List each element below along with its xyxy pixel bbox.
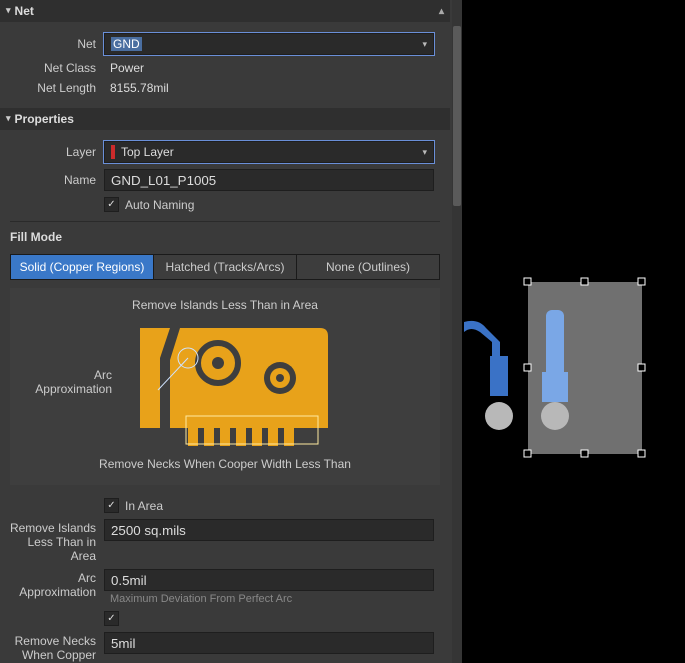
properties-panel: ▾ Net ▴ Net GND ▾ Net Class Power — [0, 0, 462, 663]
label-layer: Layer — [0, 145, 104, 159]
fill-mode-title: Fill Mode — [0, 224, 450, 250]
label-arc-1: Arc — [0, 571, 96, 585]
value-net-length: 8155.78mil — [104, 81, 434, 95]
section-header-net[interactable]: ▾ Net ▴ — [0, 0, 450, 22]
label-name: Name — [0, 173, 104, 187]
section-title-properties: Properties — [15, 112, 74, 126]
label-remove-islands-1: Remove Islands — [0, 521, 96, 535]
arc-approx-input[interactable] — [104, 569, 434, 591]
illus-caption-side1: Arc — [22, 368, 112, 382]
label-arc-2: Approximation — [0, 585, 96, 599]
label-remove-necks-1: Remove Necks — [0, 634, 96, 648]
illus-caption-top: Remove Islands Less Than in Area — [20, 298, 430, 312]
fill-mode-solid[interactable]: Solid (Copper Regions) — [11, 255, 154, 279]
label-net-class: Net Class — [0, 61, 104, 75]
section-title-net: Net — [15, 4, 34, 18]
collapse-triangle-icon: ▾ — [6, 5, 11, 16]
layer-dropdown[interactable]: Top Layer ▾ — [104, 141, 434, 163]
in-area-checkbox[interactable]: ✓ — [104, 498, 119, 513]
fill-mode-hatched[interactable]: Hatched (Tracks/Arcs) — [154, 255, 297, 279]
layer-dropdown-value: Top Layer — [121, 145, 174, 159]
remove-necks-input[interactable] — [104, 632, 434, 654]
fill-mode-illustration: Remove Islands Less Than in Area Arc App… — [10, 288, 440, 485]
pcb-canvas[interactable] — [462, 0, 685, 663]
auto-naming-label: Auto Naming — [125, 198, 194, 212]
caret-down-icon: ▾ — [422, 39, 427, 50]
copper-region-illustration-icon — [110, 318, 340, 448]
section-header-properties[interactable]: ▾ Properties — [0, 108, 450, 130]
collapse-triangle-icon: ▾ — [6, 113, 11, 124]
caret-down-icon: ▾ — [422, 147, 427, 158]
net-dropdown-value: GND — [111, 37, 142, 51]
panel-scrollbar[interactable] — [452, 0, 462, 663]
auto-naming-checkbox[interactable]: ✓ — [104, 197, 119, 212]
remove-necks-checkbox[interactable]: ✓ — [104, 611, 119, 626]
scrollbar-thumb[interactable] — [453, 26, 461, 206]
net-dropdown[interactable]: GND ▾ — [104, 33, 434, 55]
chevron-up-icon[interactable]: ▴ — [439, 6, 444, 17]
illus-caption-bottom: Remove Necks When Cooper Width Less Than — [20, 457, 430, 471]
fill-mode-segmented: Solid (Copper Regions) Hatched (Tracks/A… — [10, 254, 440, 280]
value-net-class: Power — [104, 61, 434, 75]
label-remove-necks-2: When Copper — [0, 648, 96, 662]
in-area-label: In Area — [125, 499, 163, 513]
name-input[interactable] — [104, 169, 434, 191]
illus-caption-side2: Approximation — [22, 382, 112, 396]
fill-mode-none[interactable]: None (Outlines) — [297, 255, 439, 279]
label-net: Net — [0, 37, 104, 51]
label-remove-islands-2: Less Than in Area — [0, 535, 96, 563]
remove-islands-input[interactable] — [104, 519, 434, 541]
pcb-preview — [462, 0, 685, 663]
arc-approx-hint: Maximum Deviation From Perfect Arc — [104, 593, 434, 605]
label-net-length: Net Length — [0, 81, 104, 95]
